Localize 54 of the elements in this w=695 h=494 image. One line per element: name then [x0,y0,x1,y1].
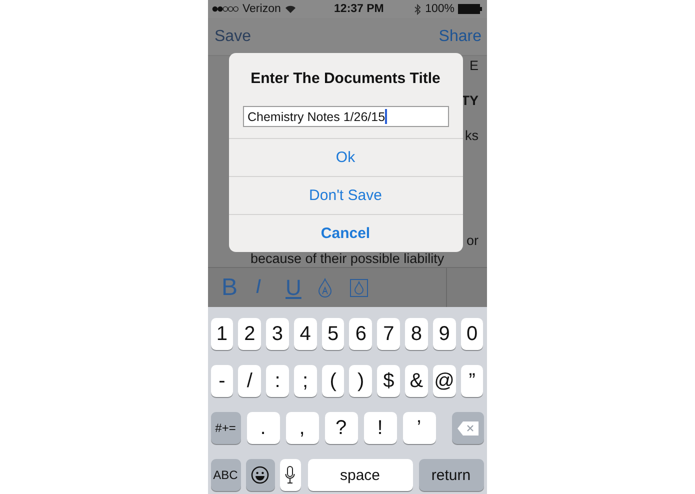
keyboard-key[interactable]: 1 [210,318,234,350]
keyboard-key[interactable]: 4 [294,318,317,350]
keyboard-key[interactable]: ! [364,412,396,444]
document-text: ks [465,128,478,144]
mode-key[interactable]: #+= [210,412,240,444]
document-text: because of their possible liability [250,251,444,267]
dictation-key[interactable] [280,459,300,491]
status-time: 12:37 PM [334,3,384,15]
keyboard-key[interactable]: 5 [322,318,344,350]
space-key[interactable]: space [308,459,412,491]
mode-key[interactable]: ABC [210,459,240,491]
document-text: or [466,233,478,249]
delete-icon [456,420,478,436]
dialog-button[interactable]: Cancel [228,214,462,252]
keyboard-key[interactable]: 8 [405,318,428,350]
emoji-key[interactable] [246,459,274,491]
keyboard-key[interactable]: / [238,365,262,397]
dialog-button[interactable]: Ok [228,138,462,176]
document-text: TY [461,93,478,109]
keyboard-key[interactable]: ; [294,365,317,397]
title-field[interactable]: Chemistry Notes 1/26/15 [242,106,448,127]
keyboard-key[interactable]: ” [460,365,484,397]
keyboard-key[interactable]: 6 [349,318,372,350]
keyboard-key[interactable]: 3 [266,318,289,350]
keyboard-key[interactable]: 2 [238,318,262,350]
keyboard-key[interactable]: , [286,412,318,444]
keyboard-key[interactable]: ) [349,365,372,397]
drop-square-icon[interactable] [350,278,368,296]
drop-letter-icon[interactable] [318,278,332,298]
battery-icon [458,4,482,14]
keyboard-key[interactable]: ’ [402,412,436,444]
signal-icon [212,6,238,12]
dialog-button[interactable]: Don't Save [228,176,462,214]
keyboard-key[interactable]: ( [322,365,344,397]
keyboard-key[interactable]: . [246,412,280,444]
bluetooth-icon [414,4,422,14]
keyboard-key[interactable]: @ [432,365,456,397]
keyboard-key[interactable]: & [405,365,428,397]
keyboard-key[interactable]: - [210,365,234,397]
keyboard-key[interactable]: : [266,365,289,397]
keyboard-key[interactable]: 0 [460,318,484,350]
return-key[interactable]: return [418,459,484,491]
keyboard-key[interactable]: 7 [377,318,400,350]
microphone-icon [285,466,295,484]
document-text: E [469,58,478,74]
smiley-icon [251,466,269,484]
carrier-name: Verizon [242,3,281,15]
keyboard-key[interactable]: ? [324,412,358,444]
delete-key[interactable] [452,412,484,444]
battery-percent: 100% [425,3,454,15]
keyboard-key[interactable]: $ [377,365,400,397]
wifi-icon [284,5,296,13]
dialog-title: Enter The Documents Title [250,69,442,89]
keyboard-key[interactable]: 9 [432,318,456,350]
